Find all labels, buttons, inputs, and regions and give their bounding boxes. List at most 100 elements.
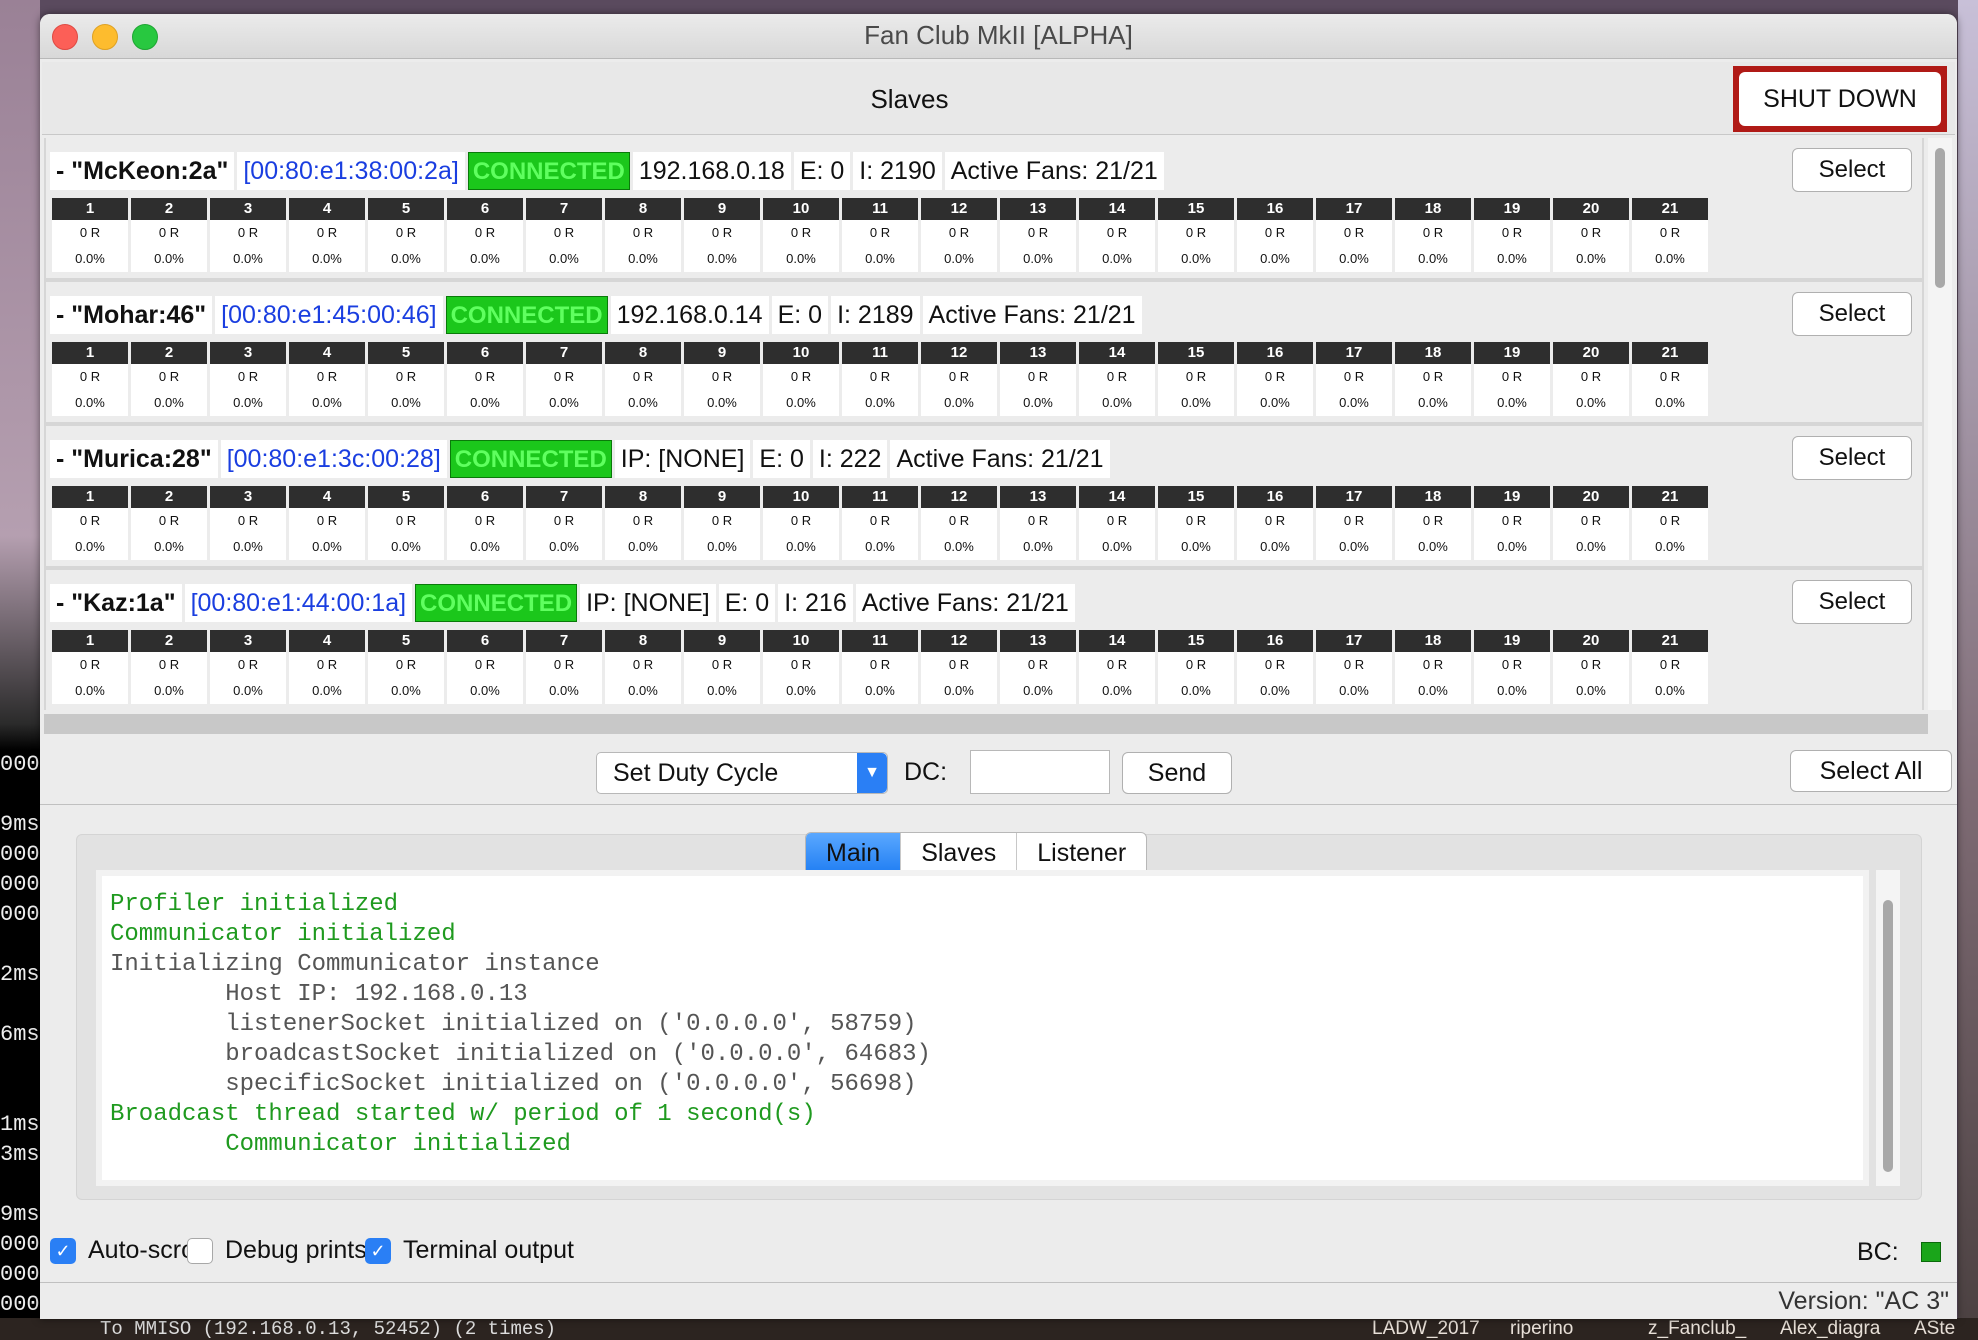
- debug-prints-checkbox[interactable]: [187, 1238, 213, 1264]
- desktop-item[interactable]: ASte: [1914, 1318, 1955, 1340]
- fan-cell[interactable]: 30 R 0.0%: [210, 198, 286, 272]
- fan-cell[interactable]: 30 R 0.0%: [210, 342, 286, 416]
- fan-cell[interactable]: 12 0 R 0.0%: [921, 486, 997, 560]
- fan-cell[interactable]: 16 0 R 0.0%: [1237, 198, 1313, 272]
- fan-cell[interactable]: 90 R 0.0%: [684, 342, 760, 416]
- fan-cell[interactable]: 19 0 R 0.0%: [1474, 342, 1550, 416]
- fan-cell[interactable]: 11 0 R 0.0%: [842, 486, 918, 560]
- fan-cell[interactable]: 16 0 R 0.0%: [1237, 630, 1313, 704]
- fan-cell[interactable]: 40 R 0.0%: [289, 198, 365, 272]
- fan-cell[interactable]: 10 R 0.0%: [52, 630, 128, 704]
- fan-cell[interactable]: 90 R 0.0%: [684, 486, 760, 560]
- fan-cell[interactable]: 20 0 R 0.0%: [1553, 630, 1629, 704]
- fan-cell[interactable]: 20 R 0.0%: [131, 630, 207, 704]
- desktop-item[interactable]: Alex_diagra: [1780, 1318, 1880, 1340]
- fan-cell[interactable]: 10 0 R 0.0%: [763, 630, 839, 704]
- fan-cell[interactable]: 12 0 R 0.0%: [921, 630, 997, 704]
- fan-cell[interactable]: 11 0 R 0.0%: [842, 198, 918, 272]
- fan-cell[interactable]: 17 0 R 0.0%: [1316, 342, 1392, 416]
- fan-cell[interactable]: 12 0 R 0.0%: [921, 198, 997, 272]
- select-slave-button[interactable]: Select: [1792, 292, 1912, 336]
- shutdown-button[interactable]: SHUT DOWN: [1733, 66, 1947, 132]
- dc-input[interactable]: [970, 750, 1110, 794]
- fan-cell[interactable]: 18 0 R 0.0%: [1395, 198, 1471, 272]
- fan-cell[interactable]: 70 R 0.0%: [526, 486, 602, 560]
- fan-cell[interactable]: 18 0 R 0.0%: [1395, 630, 1471, 704]
- fan-cell[interactable]: 30 R 0.0%: [210, 486, 286, 560]
- fan-cell[interactable]: 40 R 0.0%: [289, 486, 365, 560]
- fan-cell[interactable]: 17 0 R 0.0%: [1316, 486, 1392, 560]
- select-slave-button[interactable]: Select: [1792, 580, 1912, 624]
- fan-cell[interactable]: 14 0 R 0.0%: [1079, 342, 1155, 416]
- select-slave-button[interactable]: Select: [1792, 148, 1912, 192]
- fan-cell[interactable]: 10 0 R 0.0%: [763, 342, 839, 416]
- fan-cell[interactable]: 50 R 0.0%: [368, 486, 444, 560]
- fan-cell[interactable]: 11 0 R 0.0%: [842, 630, 918, 704]
- fan-cell[interactable]: 17 0 R 0.0%: [1316, 198, 1392, 272]
- slave-list-scrollbar[interactable]: [1928, 138, 1952, 710]
- fan-cell[interactable]: 20 R 0.0%: [131, 342, 207, 416]
- fan-cell[interactable]: 40 R 0.0%: [289, 342, 365, 416]
- fan-cell[interactable]: 21 0 R 0.0%: [1632, 630, 1708, 704]
- fan-cell[interactable]: 21 0 R 0.0%: [1632, 486, 1708, 560]
- fan-cell[interactable]: 90 R 0.0%: [684, 630, 760, 704]
- fan-cell[interactable]: 10 0 R 0.0%: [763, 486, 839, 560]
- terminal-log[interactable]: Profiler initialized Communicator initial…: [96, 870, 1869, 1186]
- fan-cell[interactable]: 30 R 0.0%: [210, 630, 286, 704]
- fan-cell[interactable]: 18 0 R 0.0%: [1395, 342, 1471, 416]
- scrollbar-thumb[interactable]: [1883, 900, 1893, 1172]
- fan-cell[interactable]: 60 R 0.0%: [447, 486, 523, 560]
- fan-cell[interactable]: 10 0 R 0.0%: [763, 198, 839, 272]
- tab-slaves[interactable]: Slaves: [901, 833, 1018, 875]
- fan-cell[interactable]: 20 0 R 0.0%: [1553, 342, 1629, 416]
- fan-cell[interactable]: 14 0 R 0.0%: [1079, 198, 1155, 272]
- fan-cell[interactable]: 70 R 0.0%: [526, 198, 602, 272]
- fan-cell[interactable]: 80 R 0.0%: [605, 342, 681, 416]
- fan-cell[interactable]: 10 R 0.0%: [52, 342, 128, 416]
- fan-cell[interactable]: 20 0 R 0.0%: [1553, 486, 1629, 560]
- fan-cell[interactable]: 13 0 R 0.0%: [1000, 486, 1076, 560]
- terminal-output-checkbox[interactable]: ✓: [365, 1238, 391, 1264]
- fan-cell[interactable]: 11 0 R 0.0%: [842, 342, 918, 416]
- fan-cell[interactable]: 13 0 R 0.0%: [1000, 198, 1076, 272]
- fan-cell[interactable]: 15 0 R 0.0%: [1158, 486, 1234, 560]
- desktop-item[interactable]: z_Fanclub_: [1648, 1318, 1746, 1340]
- fan-cell[interactable]: 20 R 0.0%: [131, 486, 207, 560]
- fan-cell[interactable]: 19 0 R 0.0%: [1474, 486, 1550, 560]
- tab-main[interactable]: Main: [806, 833, 902, 875]
- fan-cell[interactable]: 60 R 0.0%: [447, 198, 523, 272]
- fan-cell[interactable]: 20 0 R 0.0%: [1553, 198, 1629, 272]
- fan-cell[interactable]: 15 0 R 0.0%: [1158, 198, 1234, 272]
- fan-cell[interactable]: 80 R 0.0%: [605, 486, 681, 560]
- fan-cell[interactable]: 10 R 0.0%: [52, 198, 128, 272]
- fan-cell[interactable]: 21 0 R 0.0%: [1632, 342, 1708, 416]
- terminal-scrollbar[interactable]: [1876, 870, 1900, 1186]
- select-slave-button[interactable]: Select: [1792, 436, 1912, 480]
- fan-cell[interactable]: 60 R 0.0%: [447, 630, 523, 704]
- fan-cell[interactable]: 14 0 R 0.0%: [1079, 630, 1155, 704]
- fan-cell[interactable]: 10 R 0.0%: [52, 486, 128, 560]
- fan-cell[interactable]: 20 R 0.0%: [131, 198, 207, 272]
- fan-cell[interactable]: 80 R 0.0%: [605, 630, 681, 704]
- fan-cell[interactable]: 70 R 0.0%: [526, 630, 602, 704]
- fan-cell[interactable]: 21 0 R 0.0%: [1632, 198, 1708, 272]
- fan-cell[interactable]: 18 0 R 0.0%: [1395, 486, 1471, 560]
- scrollbar-thumb[interactable]: [1935, 148, 1945, 288]
- desktop-item[interactable]: riperino: [1510, 1318, 1573, 1340]
- fan-cell[interactable]: 50 R 0.0%: [368, 342, 444, 416]
- fan-cell[interactable]: 40 R 0.0%: [289, 630, 365, 704]
- fan-cell[interactable]: 13 0 R 0.0%: [1000, 342, 1076, 416]
- fan-cell[interactable]: 14 0 R 0.0%: [1079, 486, 1155, 560]
- slave-list-horizontal-scrollbar[interactable]: [44, 714, 1928, 734]
- fan-cell[interactable]: 19 0 R 0.0%: [1474, 198, 1550, 272]
- fan-cell[interactable]: 13 0 R 0.0%: [1000, 630, 1076, 704]
- select-all-button[interactable]: Select All: [1790, 750, 1952, 792]
- fan-cell[interactable]: 50 R 0.0%: [368, 198, 444, 272]
- fan-cell[interactable]: 16 0 R 0.0%: [1237, 486, 1313, 560]
- fan-cell[interactable]: 80 R 0.0%: [605, 198, 681, 272]
- tab-listener[interactable]: Listener: [1017, 833, 1146, 875]
- command-select[interactable]: Set Duty Cycle ▼: [596, 752, 888, 794]
- send-button[interactable]: Send: [1122, 752, 1232, 794]
- fan-cell[interactable]: 19 0 R 0.0%: [1474, 630, 1550, 704]
- fan-cell[interactable]: 90 R 0.0%: [684, 198, 760, 272]
